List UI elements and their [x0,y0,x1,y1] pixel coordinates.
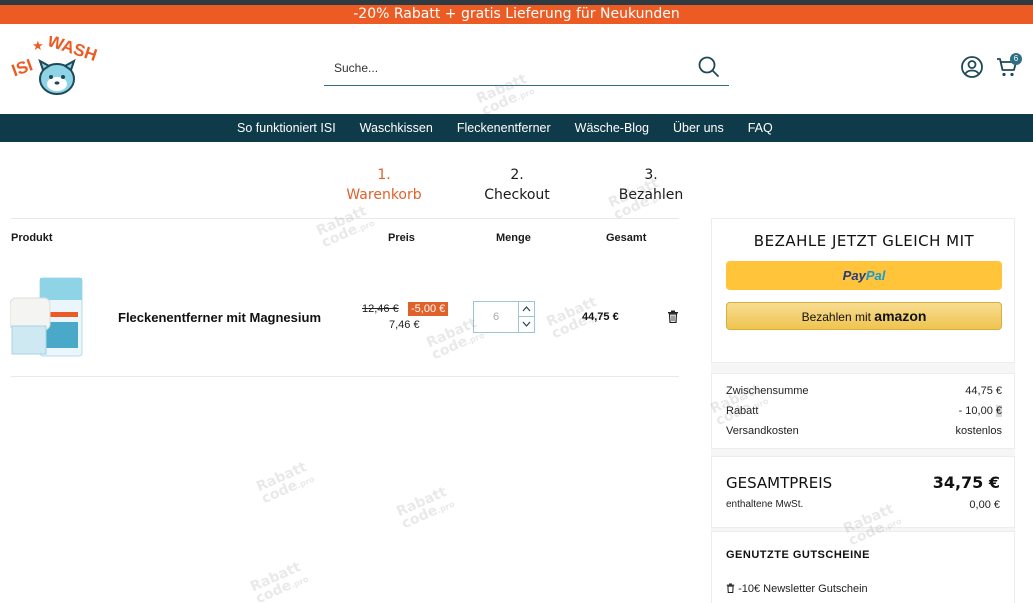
watermark: Rabattcode.pro [394,484,456,533]
shipping-value: kostenlos [955,425,1002,437]
step-number: 2. [510,167,524,183]
column-header-quantity: Menge [496,232,531,244]
grand-total-label: GESAMTPREIS [726,474,833,492]
main-nav: So funktioniert ISI Waschkissen Fleckene… [0,114,1033,142]
order-sidebar: BEZAHLE JETZT GLEICH MIT PayPal Bezahlen… [711,218,1015,603]
nav-item-ueber-uns[interactable]: Über uns [673,114,724,142]
amazon-logo: amazon [874,308,927,324]
svg-text:WASH: WASH [45,36,99,65]
paypal-button[interactable]: PayPal [726,261,1002,290]
account-icon[interactable] [960,55,984,79]
search-bar [324,51,729,86]
svg-text:★: ★ [32,38,44,53]
product-image[interactable] [10,276,85,358]
coupons-card: GENUTZTE GUTSCHEINE -10€ Newsletter Guts… [711,531,1015,603]
vat-label: enthaltene MwSt. [726,499,804,510]
isi-wash-logo[interactable]: ISI ★ WASH [10,36,100,98]
nav-item-so-funktioniert-isi[interactable]: So funktioniert ISI [237,114,336,142]
step-number: 3. [644,167,658,183]
search-input[interactable] [334,59,684,77]
quantity-stepper: 6 [473,301,535,333]
nav-item-waesche-blog[interactable]: Wäsche-Blog [575,114,649,142]
line-total: 44,75 € [582,311,619,323]
watermark: Rabattcode.pro [254,459,316,508]
cart-count-badge: 6 [1010,53,1022,65]
svg-text:ISI: ISI [10,55,35,80]
express-payment-card: BEZAHLE JETZT GLEICH MIT PayPal Bezahlen… [711,218,1015,363]
column-header-price: Preis [388,232,415,244]
product-old-price: 12,46 € [362,303,399,315]
step-number: 1. [377,167,391,183]
total-card: GESAMTPREIS 34,75 € enthaltene MwSt. 0,0… [711,456,1015,528]
subtotal-value: 44,75 € [965,385,1002,397]
row-divider [11,376,679,377]
search-icon[interactable] [697,55,721,79]
nav-item-faq[interactable]: FAQ [748,114,773,142]
discount-value: - 10,00 [958,405,993,417]
chevron-down-icon [522,321,531,327]
checkout-steps: 1. Warenkorb 2. Checkout 3. Bezahlen [0,165,1033,205]
paypal-logo-part2: Pal [865,268,886,283]
step-label: Warenkorb [346,187,422,203]
discount-row: Rabatt - 10,00 € [726,405,1002,417]
product-price: 7,46 € [389,319,420,331]
coupons-title: GENUTZTE GUTSCHEINE [726,549,870,561]
column-header-total: Gesamt [606,232,647,244]
watermark: Rabattcode.pro [314,203,376,252]
nav-item-fleckenentferner[interactable]: Fleckenentferner [457,114,551,142]
shipping-row: Versandkosten kostenlos [726,425,1002,437]
amazon-pay-button[interactable]: Bezahlen mit amazon [726,302,1002,330]
quantity-decrease-button[interactable] [518,317,534,332]
summary-card: Zwischensumme 44,75 € Rabatt - 10,00 € V… [711,373,1015,449]
shipping-label: Versandkosten [726,425,799,437]
chevron-up-icon [522,306,531,312]
coupon-item[interactable]: -10€ Newsletter Gutschein [726,583,868,595]
product-discount-badge: -5,00 € [408,302,449,316]
step-label: Bezahlen [618,187,684,203]
product-name[interactable]: Fleckenentferner mit Magnesium [118,310,321,325]
coupon-label: -10€ Newsletter Gutschein [738,583,868,595]
paypal-logo-part1: Pay [842,268,866,283]
nav-item-waschkissen[interactable]: Waschkissen [360,114,433,142]
promo-banner[interactable]: -20% Rabatt + gratis Lieferung für Neuku… [0,5,1033,24]
step-label: Checkout [484,187,550,203]
watermark: Rabattcode.pro [248,559,310,603]
step-checkout[interactable]: 2. Checkout [462,165,572,205]
step-warenkorb[interactable]: 1. Warenkorb [329,165,439,205]
quantity-input[interactable]: 6 [474,302,518,332]
express-payment-title: BEZAHLE JETZT GLEICH MIT [753,232,975,250]
discount-value-wrap: - 10,00 € [959,405,1002,417]
amazon-pay-label: Bezahlen mit [801,310,871,324]
table-divider [11,218,679,219]
discount-currency: € [995,405,1002,417]
vat-value: 0,00 € [969,499,1000,511]
remove-coupon-trash-icon[interactable] [726,583,735,594]
grand-total-value: 34,75 € [932,473,1000,492]
discount-label: Rabatt [726,405,759,417]
column-header-product: Produkt [11,232,53,244]
subtotal-row: Zwischensumme 44,75 € [726,385,1002,397]
step-bezahlen[interactable]: 3. Bezahlen [596,165,706,205]
remove-item-trash-icon[interactable] [667,310,679,323]
cart-button[interactable]: 6 [995,53,1023,79]
subtotal-label: Zwischensumme [726,385,809,397]
quantity-increase-button[interactable] [518,302,534,317]
